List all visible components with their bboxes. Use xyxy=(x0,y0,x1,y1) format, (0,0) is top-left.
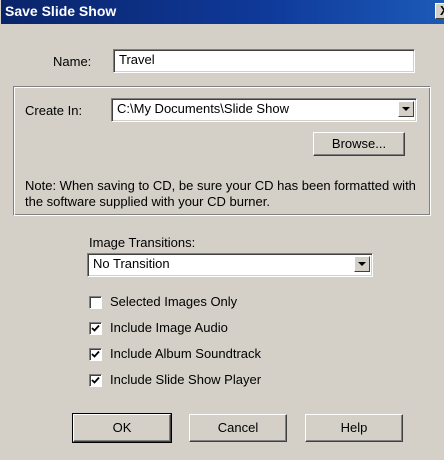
cancel-button[interactable]: Cancel xyxy=(189,414,287,442)
include-album-soundtrack-label: Include Album Soundtrack xyxy=(110,346,262,361)
help-button[interactable]: Help xyxy=(305,414,403,442)
name-label: Name: xyxy=(53,54,92,69)
include-image-audio-checkbox[interactable] xyxy=(89,322,102,335)
title-bar[interactable]: Save Slide Show X xyxy=(1,0,444,24)
image-transitions-label: Image Transitions: xyxy=(89,235,196,250)
name-input-value: Travel xyxy=(119,52,155,67)
check-mark-icon xyxy=(91,350,100,358)
window-title: Save Slide Show xyxy=(5,3,117,19)
image-transitions-value: No Transition xyxy=(93,256,170,271)
image-transitions-select[interactable]: No Transition xyxy=(87,253,373,277)
include-slide-show-player-checkbox[interactable] xyxy=(89,374,102,387)
chevron-down-icon[interactable] xyxy=(398,101,414,117)
check-mark-icon xyxy=(91,376,100,384)
create-in-value: C:\My Documents\Slide Show xyxy=(117,101,289,116)
name-input[interactable]: Travel xyxy=(113,49,415,73)
check-mark-icon xyxy=(91,324,100,332)
chevron-down-icon[interactable] xyxy=(354,256,370,272)
include-album-soundtrack-checkbox[interactable] xyxy=(89,348,102,361)
selected-images-only-checkbox[interactable] xyxy=(89,296,102,309)
close-icon[interactable]: X xyxy=(435,3,444,19)
save-slide-show-dialog: Save Slide Show X Name: Travel Create In… xyxy=(0,0,444,460)
create-in-label: Create In: xyxy=(25,103,83,118)
create-in-combobox[interactable]: C:\My Documents\Slide Show xyxy=(111,98,417,122)
browse-button[interactable]: Browse... xyxy=(313,132,405,156)
cd-note: Note: When saving to CD, be sure your CD… xyxy=(25,178,416,209)
ok-button[interactable]: OK xyxy=(72,413,172,443)
include-image-audio-label: Include Image Audio xyxy=(110,320,228,335)
selected-images-only-label: Selected Images Only xyxy=(110,294,238,309)
include-slide-show-player-label: Include Slide Show Player xyxy=(110,372,262,387)
